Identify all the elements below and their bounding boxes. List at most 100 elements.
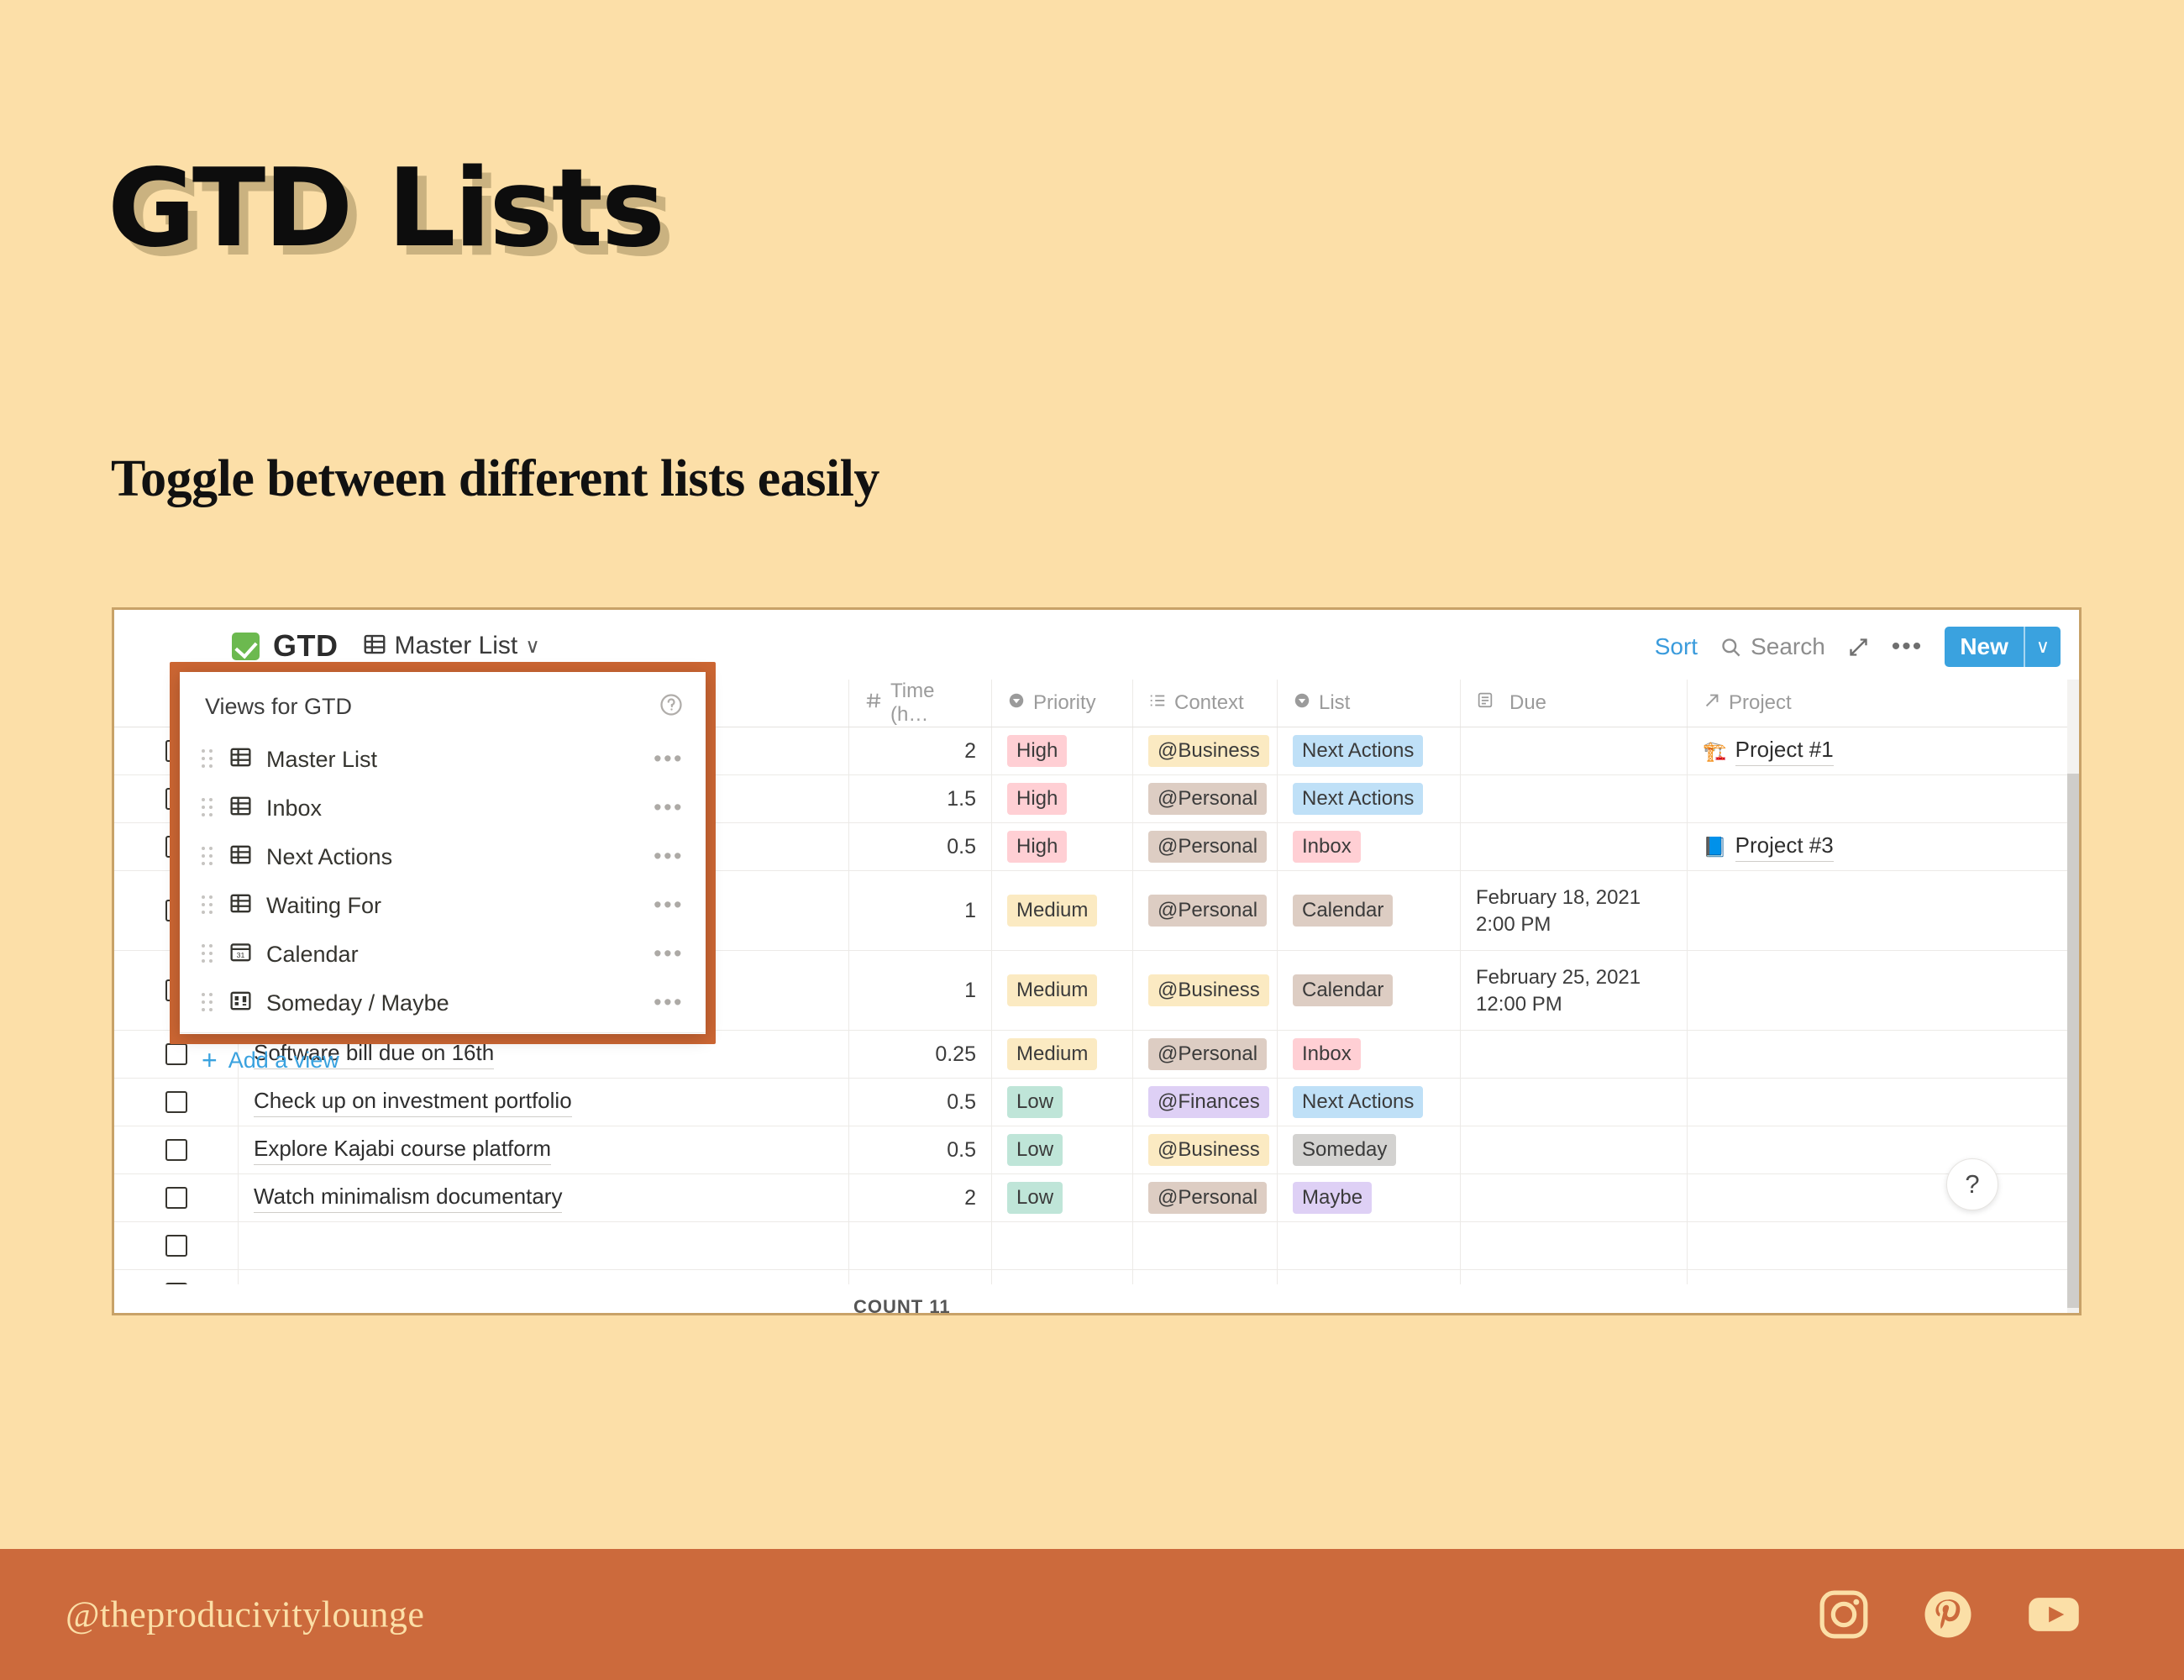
question-circle-icon[interactable]	[659, 692, 684, 722]
list-cell[interactable]: Next Actions	[1278, 1079, 1461, 1126]
time-cell[interactable]: 2	[849, 727, 992, 774]
priority-cell[interactable]: Medium	[992, 871, 1133, 950]
time-cell[interactable]: 0.25	[849, 1031, 992, 1078]
list-cell[interactable]: Inbox	[1278, 1031, 1461, 1078]
table-row[interactable]: Watch minimalism documentary 2 Low @Persona…	[114, 1174, 2067, 1222]
more-options-button[interactable]: •••	[1892, 634, 1924, 659]
list-cell[interactable]: Inbox	[1278, 823, 1461, 870]
checkbox-icon[interactable]	[165, 1235, 187, 1257]
view-item-menu-button[interactable]: •••	[654, 942, 684, 964]
drag-handle-icon[interactable]	[202, 798, 215, 818]
checkbox-icon[interactable]	[165, 1091, 187, 1113]
priority-cell[interactable]: Medium	[992, 1031, 1133, 1078]
view-item-menu-button[interactable]: •••	[654, 991, 684, 1013]
due-cell[interactable]	[1461, 1222, 1688, 1269]
project-cell[interactable]	[1688, 1174, 1913, 1221]
instagram-icon[interactable]	[1816, 1587, 1872, 1642]
list-cell[interactable]: Next Actions	[1278, 727, 1461, 774]
due-cell[interactable]	[1461, 1031, 1688, 1078]
list-cell[interactable]: Next Actions	[1278, 775, 1461, 822]
due-cell[interactable]: February 18, 2021 2:00 PM	[1461, 871, 1688, 950]
search-button[interactable]: Search	[1719, 633, 1825, 660]
header-project[interactable]: Project	[1688, 680, 1913, 727]
new-button-chevron-down-icon[interactable]: ∨	[2023, 627, 2061, 667]
context-cell[interactable]: @Business	[1133, 727, 1278, 774]
priority-cell[interactable]: Low	[992, 1079, 1133, 1126]
drag-handle-icon[interactable]	[202, 895, 215, 916]
view-item-inbox[interactable]: Inbox •••	[180, 784, 706, 832]
add-view-button[interactable]: + Add a view	[180, 1032, 706, 1088]
view-item-menu-button[interactable]: •••	[654, 894, 684, 916]
header-priority[interactable]: Priority	[992, 680, 1133, 727]
priority-cell[interactable]: Low	[992, 1126, 1133, 1173]
context-cell[interactable]: @Business	[1133, 1126, 1278, 1173]
view-item-waiting-for[interactable]: Waiting For •••	[180, 881, 706, 930]
priority-cell[interactable]: High	[992, 727, 1133, 774]
project-cell[interactable]	[1688, 1031, 1913, 1078]
time-cell[interactable]	[849, 1222, 992, 1269]
view-item-menu-button[interactable]: •••	[654, 748, 684, 769]
task-name-cell[interactable]: Watch minimalism documentary	[239, 1174, 849, 1221]
time-cell[interactable]: 1	[849, 871, 992, 950]
time-cell[interactable]: 1.5	[849, 775, 992, 822]
task-name-link[interactable]: Watch minimalism documentary	[254, 1184, 563, 1213]
row-checkbox-cell[interactable]	[114, 1222, 239, 1269]
checkbox-icon[interactable]	[165, 1187, 187, 1209]
drag-handle-icon[interactable]	[202, 993, 215, 1013]
time-cell[interactable]: 0.5	[849, 1079, 992, 1126]
sort-button[interactable]: Sort	[1655, 633, 1698, 660]
priority-cell[interactable]: Medium	[992, 951, 1133, 1030]
task-name-cell[interactable]	[239, 1222, 849, 1269]
header-time[interactable]: Time (h…	[849, 680, 992, 727]
context-cell[interactable]: @Business	[1133, 951, 1278, 1030]
time-cell[interactable]: 2	[849, 1174, 992, 1221]
expand-arrows-icon[interactable]	[1847, 636, 1870, 659]
list-cell[interactable]	[1278, 1222, 1461, 1269]
due-cell[interactable]	[1461, 727, 1688, 774]
project-cell[interactable]	[1688, 1222, 1913, 1269]
youtube-icon[interactable]	[2024, 1585, 2083, 1644]
vertical-scrollbar[interactable]	[2067, 680, 2079, 1313]
drag-handle-icon[interactable]	[202, 944, 215, 964]
pinterest-icon[interactable]	[1920, 1587, 1976, 1642]
project-cell[interactable]	[1688, 871, 1913, 950]
header-context[interactable]: Context	[1133, 680, 1278, 727]
context-cell[interactable]: @Personal	[1133, 823, 1278, 870]
task-name-cell[interactable]: Explore Kajabi course platform	[239, 1126, 849, 1173]
context-cell[interactable]: @Personal	[1133, 775, 1278, 822]
project-cell[interactable]: 🏗️ Project #1	[1688, 727, 1913, 774]
task-name-link[interactable]: Explore Kajabi course platform	[254, 1136, 552, 1165]
context-cell[interactable]: @Personal	[1133, 871, 1278, 950]
drag-handle-icon[interactable]	[202, 847, 215, 867]
priority-cell[interactable]	[992, 1222, 1133, 1269]
table-row[interactable]: Explore Kajabi course platform 0.5 Low @Bus…	[114, 1126, 2067, 1174]
view-item-menu-button[interactable]: •••	[654, 796, 684, 818]
due-cell[interactable]	[1461, 775, 1688, 822]
project-cell[interactable]	[1688, 951, 1913, 1030]
due-cell[interactable]	[1461, 1079, 1688, 1126]
due-cell[interactable]	[1461, 823, 1688, 870]
new-button[interactable]: New ∨	[1945, 627, 2061, 667]
drag-handle-icon[interactable]	[202, 749, 215, 769]
list-cell[interactable]: Calendar	[1278, 871, 1461, 950]
project-cell[interactable]: 📘 Project #3	[1688, 823, 1913, 870]
row-checkbox-cell[interactable]	[114, 1174, 239, 1221]
project-cell[interactable]	[1688, 1079, 1913, 1126]
priority-cell[interactable]: High	[992, 775, 1133, 822]
list-cell[interactable]: Someday	[1278, 1126, 1461, 1173]
row-checkbox-cell[interactable]	[114, 1126, 239, 1173]
due-cell[interactable]	[1461, 1126, 1688, 1173]
project-relation[interactable]: 📘 Project #3	[1703, 832, 1834, 862]
list-cell[interactable]: Calendar	[1278, 951, 1461, 1030]
context-cell[interactable]: @Personal	[1133, 1031, 1278, 1078]
view-item-next-actions[interactable]: Next Actions •••	[180, 832, 706, 881]
view-item-calendar[interactable]: 31 Calendar •••	[180, 930, 706, 979]
view-item-menu-button[interactable]: •••	[654, 845, 684, 867]
project-cell[interactable]	[1688, 775, 1913, 822]
time-cell[interactable]: 1	[849, 951, 992, 1030]
current-view-switcher[interactable]: Master List ∨	[362, 632, 540, 661]
due-cell[interactable]	[1461, 1174, 1688, 1221]
scrollbar-thumb[interactable]	[2067, 774, 2079, 1308]
table-row[interactable]	[114, 1222, 2067, 1270]
due-cell[interactable]: February 25, 2021 12:00 PM	[1461, 951, 1688, 1030]
